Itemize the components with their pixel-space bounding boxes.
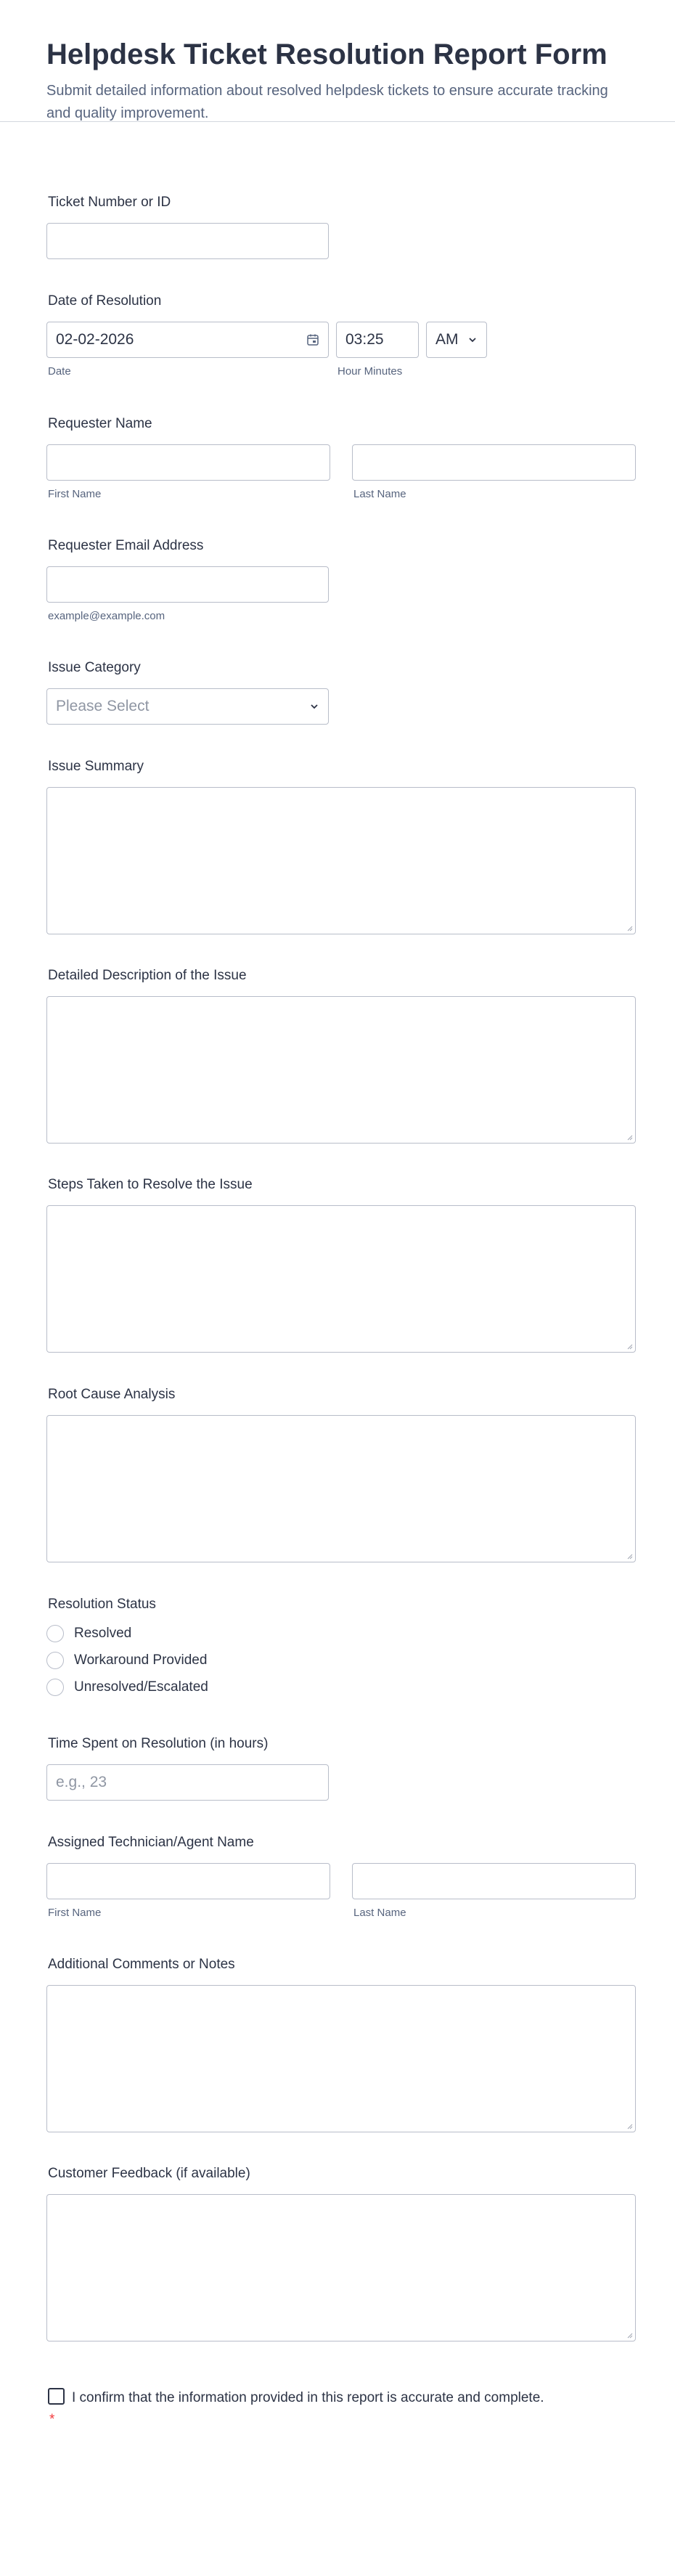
- resolution-status-label: Resolution Status: [48, 1597, 156, 1612]
- date-value: 02-02-2026: [56, 330, 134, 348]
- requester-first-name-sublabel: First Name: [48, 487, 102, 500]
- requester-email-input[interactable]: [46, 566, 329, 603]
- chevron-down-icon: [309, 701, 319, 712]
- resize-handle-icon[interactable]: [626, 1133, 633, 1141]
- requester-name-field: Requester Name First Name Last Name: [46, 416, 636, 500]
- requester-email-label: Requester Email Address: [48, 538, 204, 553]
- requester-last-name-sublabel: Last Name: [353, 487, 406, 500]
- ampm-value: AM: [435, 330, 459, 348]
- root-cause-field: Root Cause Analysis: [46, 1387, 636, 1562]
- resize-handle-icon[interactable]: [626, 2331, 633, 2339]
- technician-first-name-sublabel: First Name: [48, 1906, 102, 1919]
- radio-option-resolved[interactable]: Resolved: [46, 1624, 636, 1642]
- additional-comments-textarea[interactable]: [46, 1984, 636, 2132]
- radio-option-unresolved[interactable]: Unresolved/Escalated: [46, 1678, 636, 1696]
- issue-category-select[interactable]: Please Select: [46, 688, 329, 725]
- resolution-date-field: Date of Resolution 02-02-2026 Date 03:25…: [46, 293, 636, 378]
- detailed-description-field: Detailed Description of the Issue: [46, 968, 636, 1144]
- time-spent-placeholder: e.g., 23: [56, 1773, 107, 1790]
- ticket-number-field: Ticket Number or ID: [46, 195, 636, 259]
- form-title: Helpdesk Ticket Resolution Report Form: [46, 38, 608, 70]
- confirmation-field: I confirm that the information provided …: [46, 2387, 555, 2432]
- radio-option-workaround[interactable]: Workaround Provided: [46, 1651, 636, 1669]
- issue-category-field: Issue Category Please Select: [46, 660, 636, 725]
- customer-feedback-field: Customer Feedback (if available): [46, 2166, 636, 2341]
- requester-first-name-input[interactable]: [46, 444, 330, 481]
- detailed-description-label: Detailed Description of the Issue: [48, 968, 247, 983]
- requester-email-field: Requester Email Address example@example.…: [46, 538, 636, 622]
- form-subtitle: Submit detailed information about resolv…: [46, 83, 608, 121]
- requester-last-name-input[interactable]: [352, 444, 636, 481]
- radio-label: Unresolved/Escalated: [74, 1679, 208, 1695]
- technician-last-name-input[interactable]: [352, 1862, 636, 1899]
- time-spent-field: Time Spent on Resolution (in hours) e.g.…: [46, 1736, 636, 1801]
- confirmation-checkbox[interactable]: [48, 2388, 65, 2405]
- time-spent-input[interactable]: e.g., 23: [46, 1764, 329, 1801]
- issue-category-label: Issue Category: [48, 660, 141, 675]
- customer-feedback-textarea[interactable]: [46, 2193, 636, 2341]
- time-input[interactable]: 03:25: [336, 321, 419, 358]
- ticket-number-input[interactable]: [46, 222, 329, 259]
- radio-button[interactable]: [46, 1624, 64, 1642]
- form-header: Helpdesk Ticket Resolution Report Form S…: [0, 0, 675, 122]
- resize-handle-icon[interactable]: [626, 1342, 633, 1350]
- ampm-select[interactable]: AM: [426, 321, 487, 358]
- technician-name-field: Assigned Technician/Agent Name First Nam…: [46, 1835, 636, 1919]
- steps-taken-label: Steps Taken to Resolve the Issue: [48, 1177, 253, 1192]
- technician-name-label: Assigned Technician/Agent Name: [48, 1835, 254, 1850]
- technician-last-name-sublabel: Last Name: [353, 1906, 406, 1919]
- root-cause-textarea[interactable]: [46, 1414, 636, 1562]
- root-cause-label: Root Cause Analysis: [48, 1387, 176, 1402]
- date-sublabel: Date: [48, 364, 71, 378]
- requester-email-sublabel: example@example.com: [48, 609, 165, 622]
- radio-label: Workaround Provided: [74, 1652, 208, 1668]
- issue-summary-field: Issue Summary: [46, 759, 636, 934]
- technician-first-name-input[interactable]: [46, 1862, 330, 1899]
- detailed-description-textarea[interactable]: [46, 995, 636, 1144]
- time-sublabel: Hour Minutes: [338, 364, 403, 378]
- issue-summary-label: Issue Summary: [48, 759, 144, 774]
- resize-handle-icon[interactable]: [626, 924, 633, 932]
- requester-name-label: Requester Name: [48, 416, 152, 431]
- confirmation-row[interactable]: I confirm that the information provided …: [46, 2387, 555, 2432]
- steps-taken-textarea[interactable]: [46, 1205, 636, 1353]
- resolution-date-label: Date of Resolution: [48, 293, 162, 309]
- radio-button[interactable]: [46, 1678, 64, 1696]
- ticket-number-label: Ticket Number or ID: [48, 195, 171, 210]
- required-asterisk: *: [49, 2412, 55, 2428]
- additional-comments-field: Additional Comments or Notes: [46, 1957, 636, 2132]
- customer-feedback-label: Customer Feedback (if available): [48, 2166, 250, 2181]
- resize-handle-icon[interactable]: [626, 1552, 633, 1560]
- confirmation-text: I confirm that the information provided …: [72, 2390, 544, 2405]
- calendar-icon[interactable]: [306, 333, 319, 346]
- chevron-down-icon: [467, 335, 478, 345]
- issue-summary-textarea[interactable]: [46, 786, 636, 934]
- resolution-status-field: Resolution Status Resolved Workaround Pr…: [46, 1597, 636, 1705]
- resize-handle-icon[interactable]: [626, 2122, 633, 2129]
- steps-taken-field: Steps Taken to Resolve the Issue: [46, 1177, 636, 1353]
- issue-category-placeholder: Please Select: [56, 697, 150, 714]
- date-input[interactable]: 02-02-2026: [46, 321, 329, 358]
- additional-comments-label: Additional Comments or Notes: [48, 1957, 235, 1972]
- radio-label: Resolved: [74, 1625, 132, 1641]
- time-spent-label: Time Spent on Resolution (in hours): [48, 1736, 269, 1751]
- radio-button[interactable]: [46, 1651, 64, 1669]
